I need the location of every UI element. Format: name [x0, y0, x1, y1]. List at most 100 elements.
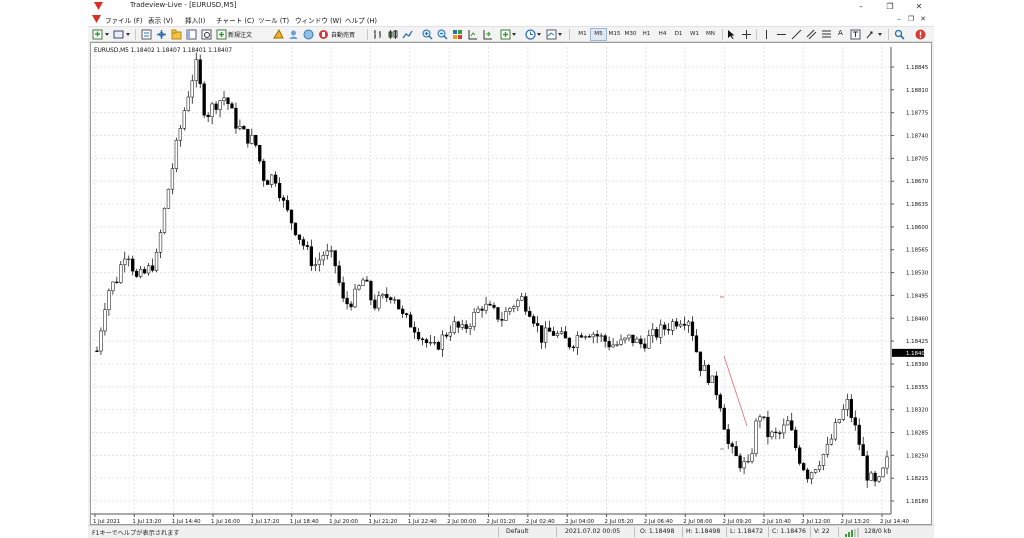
status-high: H: 1.18498: [686, 528, 721, 535]
candle-body: [345, 297, 349, 305]
menu-bar: ファイル (F) 表示 (V) 挿入(I) チャート (C) ツール (T) ウ…: [88, 13, 934, 26]
auto-trading-icon[interactable]: [318, 29, 329, 40]
timeframe-w1[interactable]: W1: [687, 29, 702, 40]
periodicity-icon[interactable]: [525, 29, 542, 40]
search-icon[interactable]: [894, 29, 905, 40]
candle-body: [655, 329, 659, 338]
close-button[interactable]: ✕: [912, 1, 926, 12]
candlestick-icon[interactable]: [387, 29, 398, 40]
bar-chart-icon[interactable]: [372, 29, 383, 40]
restore-button[interactable]: ❐: [883, 1, 897, 12]
text-label-icon[interactable]: [850, 29, 861, 40]
navigator-icon[interactable]: [171, 29, 182, 40]
auto-scroll-icon[interactable]: [482, 29, 493, 40]
minimize-button[interactable]: –: [854, 1, 868, 12]
menu-file[interactable]: ファイル (F): [105, 15, 142, 25]
crosshair-icon[interactable]: [741, 29, 752, 40]
x-tick-label: 1 Jul 16:00: [211, 519, 240, 524]
candle-body: [567, 337, 572, 348]
fibonacci-icon[interactable]: [821, 29, 832, 40]
alert-icon[interactable]: [915, 29, 926, 40]
candle-body: [690, 321, 695, 337]
profiles-icon[interactable]: [113, 29, 131, 40]
status-separator: [634, 527, 635, 537]
candle-body: [254, 134, 258, 146]
tile-windows-icon[interactable]: [452, 29, 463, 40]
candle-body: [222, 97, 226, 101]
candle-body: [563, 331, 568, 339]
timeframe-d1[interactable]: D1: [671, 29, 686, 40]
cursor-icon[interactable]: [726, 29, 737, 40]
menu-help[interactable]: ヘルプ (H): [345, 15, 377, 25]
new-chart-icon[interactable]: [92, 29, 110, 40]
candle-body: [500, 319, 504, 321]
chart-window[interactable]: 1.18845 1.18810 1.18775 1.18740 1.18705 1.186…: [90, 42, 932, 525]
candle-body: [809, 472, 814, 480]
candle-body: [798, 447, 802, 464]
horizontal-line-icon[interactable]: [776, 29, 787, 40]
community-icon[interactable]: [288, 29, 299, 40]
candle-body: [786, 420, 790, 426]
timeframe-m15[interactable]: M15: [607, 29, 622, 40]
zoom-out-icon[interactable]: [437, 29, 448, 40]
auto-trading-button[interactable]: 自動売買: [331, 30, 355, 39]
data-window-icon[interactable]: [156, 29, 167, 40]
timeframe-h4[interactable]: H4: [655, 29, 670, 40]
candle-body: [277, 182, 282, 199]
trendline-icon[interactable]: [791, 29, 802, 40]
candle-body: [702, 365, 707, 371]
candle-body: [162, 208, 167, 233]
chart-shift-icon[interactable]: [467, 29, 478, 40]
mdi-minimize-button[interactable]: –: [894, 14, 904, 25]
candle-body: [408, 314, 413, 328]
channel-icon[interactable]: [806, 29, 817, 40]
timeframe-mn[interactable]: MN: [703, 29, 718, 40]
status-traffic: 128/0 kb: [864, 528, 892, 535]
new-order-button[interactable]: 新規注文: [228, 30, 252, 39]
new-order-icon[interactable]: [216, 29, 227, 40]
indicators-icon[interactable]: [500, 29, 517, 40]
toolbar-separator: [569, 29, 570, 40]
y-tick-label: 1.18390: [906, 362, 929, 368]
mdi-restore-button[interactable]: ❐: [906, 14, 916, 25]
candle-body: [170, 168, 175, 190]
zoom-in-icon[interactable]: [422, 29, 433, 40]
candle-body: [440, 334, 445, 350]
market-icon[interactable]: [303, 29, 314, 40]
timeframe-h1[interactable]: H1: [639, 29, 654, 40]
market-watch-icon[interactable]: [141, 29, 152, 40]
candle-body: [444, 334, 448, 337]
timeframe-m30[interactable]: M30: [623, 29, 638, 40]
candle-body: [524, 296, 528, 312]
templates-icon[interactable]: [546, 29, 563, 40]
menu-window[interactable]: ウィンドウ (W): [295, 15, 342, 25]
vertical-line-icon[interactable]: [761, 29, 772, 40]
menu-chart[interactable]: チャート (C): [216, 15, 254, 25]
timeframe-m5[interactable]: M5: [590, 28, 607, 41]
menu-view[interactable]: 表示 (V): [148, 15, 173, 25]
timeframe-m1[interactable]: M1: [575, 29, 590, 40]
menu-tools[interactable]: ツール (T): [258, 15, 289, 25]
arrows-icon[interactable]: [866, 29, 883, 40]
candle-body: [301, 239, 306, 246]
signals-icon[interactable]: [273, 29, 284, 40]
candle-body: [424, 339, 429, 343]
strategy-tester-icon[interactable]: [201, 29, 212, 40]
candle-body: [865, 455, 869, 481]
candle-body: [214, 103, 218, 110]
status-close: C: 1.18476: [772, 528, 806, 535]
connection-bars-icon[interactable]: [845, 528, 861, 537]
candle-body: [325, 250, 329, 256]
candle-body: [119, 264, 123, 283]
line-chart-icon[interactable]: [402, 29, 413, 40]
candle-body: [790, 420, 794, 431]
menu-insert[interactable]: 挿入(I): [185, 15, 205, 25]
x-tick-label: 2 Jul 12:00: [801, 519, 830, 524]
status-volume: V: 22: [814, 528, 830, 535]
mdi-close-button[interactable]: ✕: [918, 14, 928, 25]
candle-body: [210, 103, 214, 117]
y-tick-label: 1.18600: [906, 225, 929, 231]
price-chart[interactable]: 1.18845 1.18810 1.18775 1.18740 1.18705 1.186…: [91, 43, 931, 524]
text-tool-button[interactable]: A: [838, 29, 843, 37]
terminal-icon[interactable]: [186, 29, 197, 40]
